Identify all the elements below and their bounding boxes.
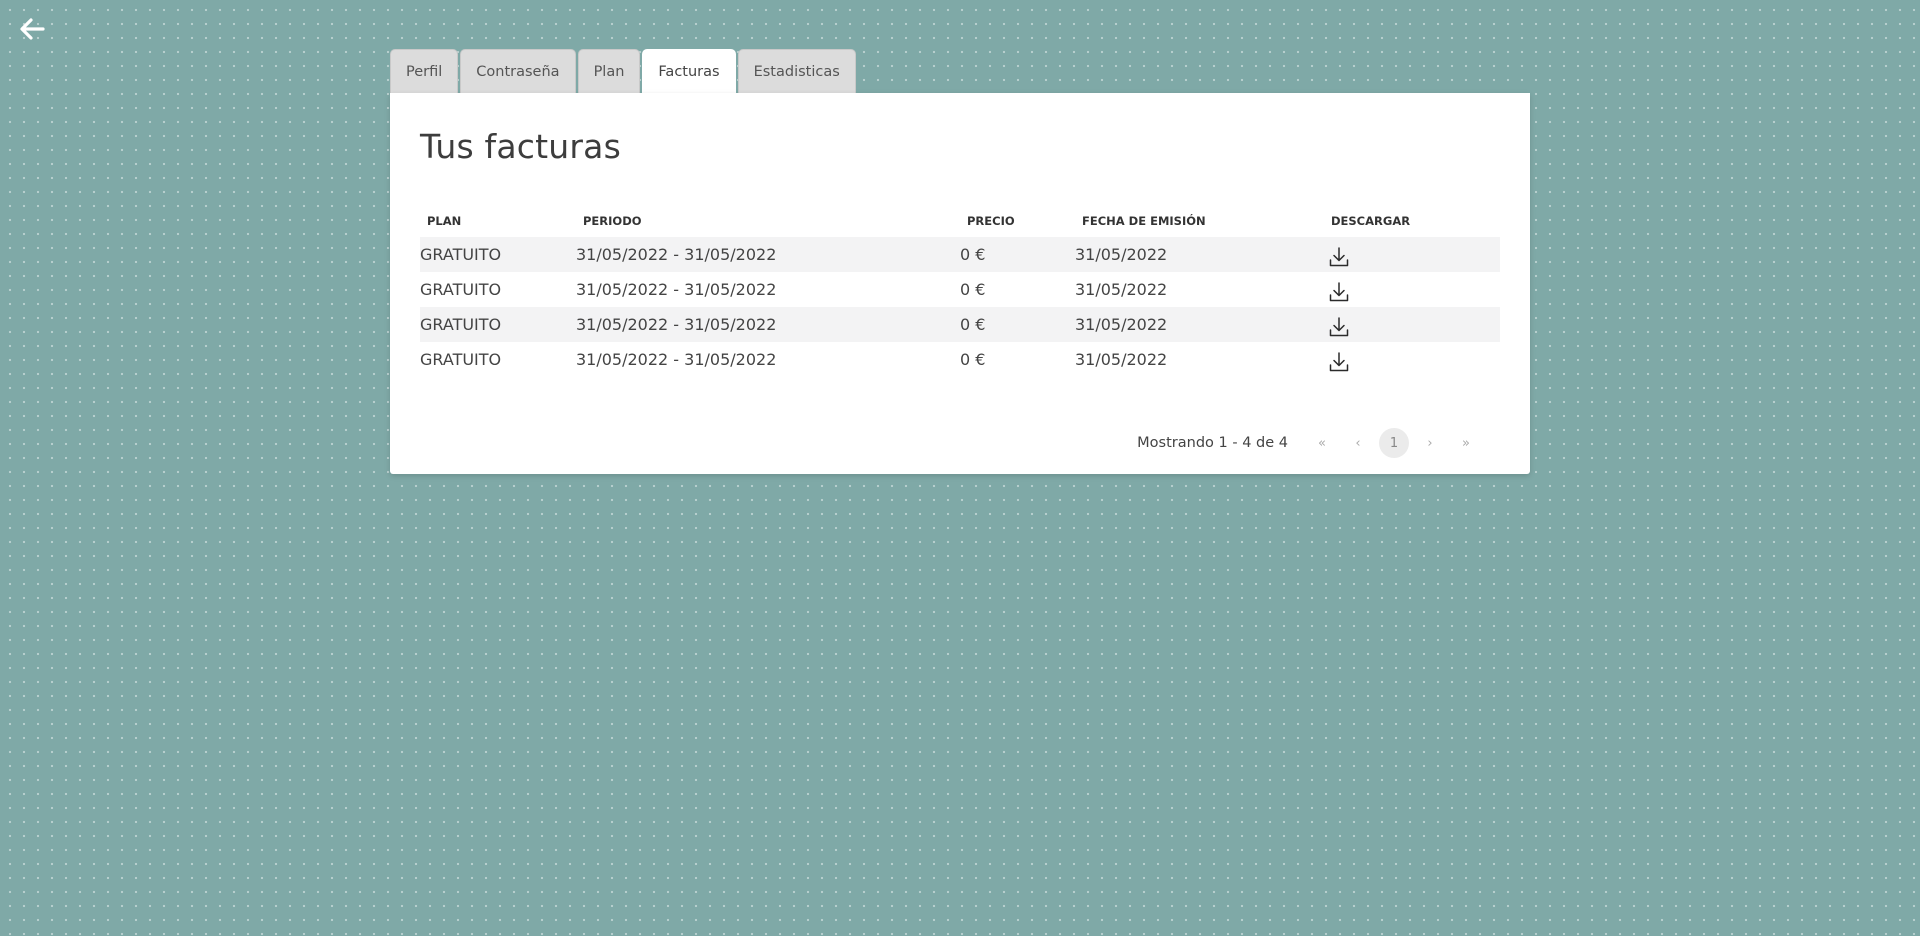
back-button[interactable] bbox=[18, 16, 46, 42]
table-header: PLAN PERIODO PRECIO FECHA DE EMISIÓN DES… bbox=[420, 205, 1500, 237]
pagination: Mostrando 1 - 4 de 4 « ‹ 1 › » bbox=[1137, 428, 1484, 458]
column-header-periodo: PERIODO bbox=[583, 214, 642, 228]
download-icon[interactable] bbox=[1328, 316, 1350, 338]
table-row: GRATUITO 31/05/2022 - 31/05/2022 0 € 31/… bbox=[420, 342, 1500, 377]
cell-plan: GRATUITO bbox=[420, 315, 502, 334]
first-page-button[interactable]: « bbox=[1307, 428, 1337, 458]
cell-descargar bbox=[1324, 308, 1500, 342]
previous-page-button[interactable]: ‹ bbox=[1343, 428, 1373, 458]
cell-fecha: 31/05/2022 bbox=[1075, 280, 1168, 299]
download-icon[interactable] bbox=[1328, 351, 1350, 373]
arrow-left-icon bbox=[18, 16, 46, 42]
cell-fecha: 31/05/2022 bbox=[1075, 315, 1168, 334]
invoices-table: PLAN PERIODO PRECIO FECHA DE EMISIÓN DES… bbox=[420, 205, 1500, 377]
tab-plan[interactable]: Plan bbox=[577, 49, 641, 93]
cell-periodo: 31/05/2022 - 31/05/2022 bbox=[576, 350, 777, 369]
download-icon[interactable] bbox=[1328, 246, 1350, 268]
last-page-button[interactable]: » bbox=[1451, 428, 1481, 458]
column-header-descargar: DESCARGAR bbox=[1331, 214, 1411, 228]
pagination-info: Mostrando 1 - 4 de 4 bbox=[1137, 435, 1288, 451]
cell-precio: 0 € bbox=[960, 315, 986, 334]
cell-periodo: 31/05/2022 - 31/05/2022 bbox=[576, 245, 777, 264]
invoices-panel: Tus facturas PLAN PERIODO PRECIO FECHA D… bbox=[390, 93, 1530, 474]
next-page-button[interactable]: › bbox=[1415, 428, 1445, 458]
cell-precio: 0 € bbox=[960, 350, 986, 369]
table-row: GRATUITO 31/05/2022 - 31/05/2022 0 € 31/… bbox=[420, 237, 1500, 272]
tab-contrasena[interactable]: Contraseña bbox=[460, 49, 576, 93]
tab-facturas[interactable]: Facturas bbox=[642, 49, 736, 93]
column-header-plan: PLAN bbox=[427, 214, 462, 228]
page-number-button[interactable]: 1 bbox=[1379, 428, 1409, 458]
download-icon[interactable] bbox=[1328, 281, 1350, 303]
cell-precio: 0 € bbox=[960, 280, 986, 299]
column-header-fecha: FECHA DE EMISIÓN bbox=[1082, 214, 1206, 228]
cell-fecha: 31/05/2022 bbox=[1075, 350, 1168, 369]
table-row: GRATUITO 31/05/2022 - 31/05/2022 0 € 31/… bbox=[420, 307, 1500, 342]
cell-plan: GRATUITO bbox=[420, 350, 502, 369]
page-title: Tus facturas bbox=[420, 127, 621, 166]
cell-periodo: 31/05/2022 - 31/05/2022 bbox=[576, 280, 777, 299]
cell-fecha: 31/05/2022 bbox=[1075, 245, 1168, 264]
cell-plan: GRATUITO bbox=[420, 280, 502, 299]
cell-descargar bbox=[1324, 238, 1500, 272]
cell-descargar bbox=[1324, 343, 1500, 377]
tab-perfil[interactable]: Perfil bbox=[390, 49, 459, 93]
account-tabs: Perfil Contraseña Plan Facturas Estadist… bbox=[390, 49, 858, 93]
cell-descargar bbox=[1324, 273, 1500, 307]
cell-precio: 0 € bbox=[960, 245, 986, 264]
cell-periodo: 31/05/2022 - 31/05/2022 bbox=[576, 315, 777, 334]
cell-plan: GRATUITO bbox=[420, 245, 502, 264]
table-row: GRATUITO 31/05/2022 - 31/05/2022 0 € 31/… bbox=[420, 272, 1500, 307]
column-header-precio: PRECIO bbox=[967, 214, 1015, 228]
tab-estadisticas[interactable]: Estadisticas bbox=[737, 49, 856, 93]
